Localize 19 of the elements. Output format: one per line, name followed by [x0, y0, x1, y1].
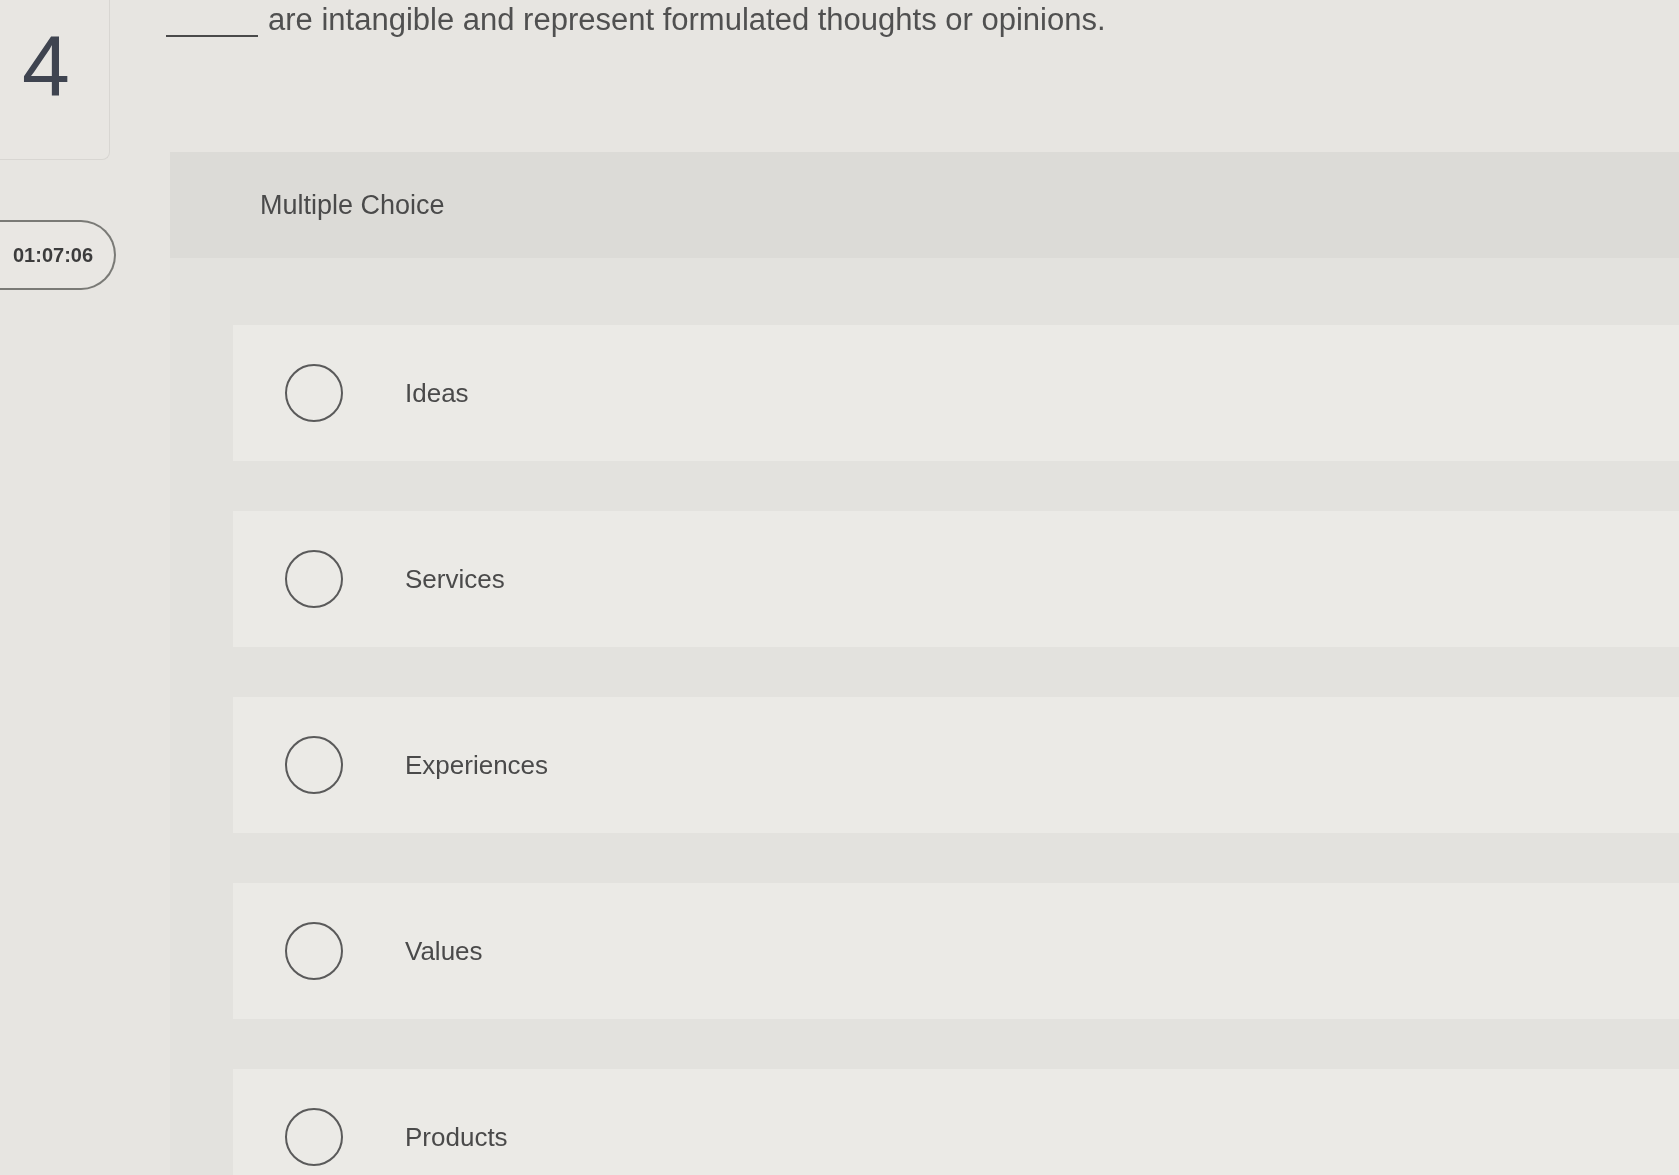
radio-button[interactable]: [285, 364, 343, 422]
answer-type-label: Multiple Choice: [260, 188, 445, 222]
answer-option-card[interactable]: Ideas: [233, 325, 1679, 461]
radio-button[interactable]: [285, 1108, 343, 1166]
question-number: 4: [21, 16, 71, 108]
option-label: Values: [405, 934, 483, 968]
option-label: Ideas: [405, 376, 469, 410]
radio-button[interactable]: [285, 736, 343, 794]
radio-button[interactable]: [285, 922, 343, 980]
answer-option-card[interactable]: Experiences: [233, 697, 1679, 833]
option-label: Experiences: [405, 748, 549, 782]
question-text: are intangible and represent formulated thoughts or opinions.: [268, 1, 1106, 39]
answer-option-card[interactable]: Values: [233, 883, 1679, 1019]
radio-button[interactable]: [285, 550, 343, 608]
answer-option-card[interactable]: Products: [233, 1069, 1679, 1175]
option-label: Services: [405, 562, 505, 596]
answer-option-card[interactable]: Services: [233, 511, 1679, 647]
timer-text: 01:07:06: [13, 243, 94, 268]
option-label: Products: [405, 1120, 508, 1154]
